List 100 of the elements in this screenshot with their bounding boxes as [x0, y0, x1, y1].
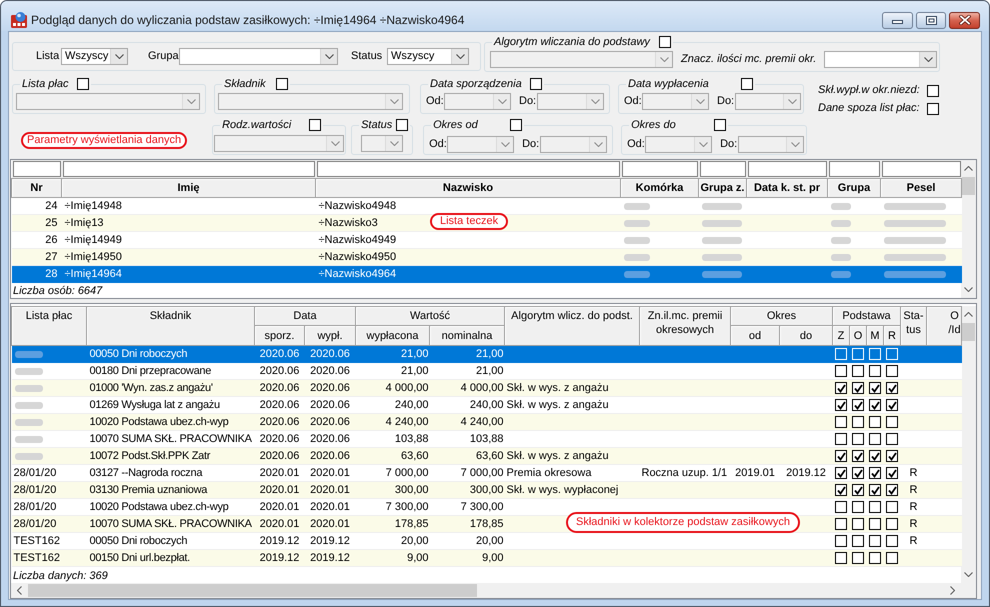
checkbox[interactable] [835, 467, 847, 479]
checkbox[interactable] [835, 552, 847, 564]
checkbox[interactable] [835, 382, 847, 394]
column-header[interactable]: do [780, 326, 832, 346]
column-header[interactable]: Wartość [356, 306, 504, 326]
table-row[interactable]: TEST162 00050 Dni roboczych 2019.12 2019.12 20,00 20,00 R [12, 532, 962, 550]
checkbox[interactable] [886, 450, 898, 462]
checkbox[interactable] [869, 552, 881, 564]
checkbox[interactable] [835, 484, 847, 496]
checkbox[interactable] [835, 535, 847, 547]
checkbox[interactable] [852, 450, 864, 462]
table-row[interactable]: 10020 Podstawa ubez.ch-wyp 2020.06 2020.06 4 240,00 4 240,00 [12, 414, 962, 430]
column-header[interactable]: Grupa [828, 178, 880, 198]
scrollbar-thumb[interactable] [962, 323, 975, 341]
column-header[interactable]: Grupa z. [698, 178, 746, 198]
checkbox[interactable] [869, 382, 881, 394]
checkbox[interactable] [852, 399, 864, 411]
checkbox[interactable] [886, 416, 898, 428]
checkbox[interactable] [886, 433, 898, 445]
combo-box[interactable]: Wszyscy [387, 48, 469, 65]
table-row[interactable]: 00180 Dni przepracowane 2020.06 2020.06 21,00 21,00 [12, 362, 962, 380]
table-row[interactable]: 28/01/20 03130 Premia uznaniowa 2020.01 2020.01 300,00 300,00 Skł. w wys. wypłaconej R [12, 482, 962, 498]
column-header[interactable]: Data k. st. pr [746, 178, 828, 198]
checkbox[interactable] [852, 484, 864, 496]
table-row[interactable]: 10072 Podst.Skł.PPK Zatr 2020.06 2020.06 63,60 63,60 Skł. w wys. z angażu [12, 448, 962, 464]
checkbox[interactable] [659, 36, 671, 48]
checkbox[interactable] [886, 552, 898, 564]
checkbox[interactable] [927, 102, 939, 114]
table-row[interactable]: 28/01/20 10020 Podstawa ubez.ch-wyp 2020.01 2020.01 7 300,00 7 300,00 R [12, 498, 962, 516]
checkbox[interactable] [835, 433, 847, 445]
checkbox[interactable] [869, 518, 881, 530]
chevron-down-icon[interactable] [964, 287, 973, 292]
checkbox[interactable] [886, 484, 898, 496]
checkbox[interactable] [852, 518, 864, 530]
column-header[interactable]: Imię [62, 178, 316, 198]
checkbox[interactable] [852, 552, 864, 564]
dropdown-button[interactable] [110, 49, 127, 64]
table-row[interactable]: 28/01/20 03127 --Nagroda roczna 2020.01 2020.01 7 000,00 7 000,00 Premia okresowa Roczna uzup. 1/1 2019.01 2019.12 R [12, 464, 962, 482]
checkbox[interactable] [869, 484, 881, 496]
chevron-down-icon[interactable] [964, 572, 973, 577]
checkbox[interactable] [741, 78, 753, 90]
column-header[interactable]: sporz. [254, 326, 304, 346]
checkbox[interactable] [309, 119, 322, 131]
chevron-up-icon[interactable] [964, 312, 973, 317]
table-row[interactable]: 10070 SUMA SKŁ. PRACOWNIKA 2020.06 2020.06 103,88 103,88 [12, 430, 962, 448]
checkbox[interactable] [852, 467, 864, 479]
checkbox[interactable] [852, 382, 864, 394]
table-row[interactable]: TEST162 00150 Dni url.bezpłat. 2019.12 2019.12 9,00 9,00 [12, 550, 962, 566]
checkbox[interactable] [886, 501, 898, 513]
column-header[interactable]: Algorytm wlicz. do podst. [504, 306, 640, 346]
column-header[interactable]: Nazwisko [316, 178, 620, 198]
maximize-button[interactable] [916, 12, 946, 28]
checkbox[interactable] [852, 416, 864, 428]
dropdown-button[interactable] [320, 49, 337, 64]
chevron-right-icon[interactable] [950, 586, 955, 595]
filter-field[interactable] [748, 161, 826, 177]
table-row[interactable]: 01000 'Wyn. zas.z angażu' 2020.06 2020.06 4 000,00 4 000,00 Skł. w wys. z angażu [12, 380, 962, 396]
column-header[interactable]: Nr [12, 178, 62, 198]
column-header[interactable]: Podstawa [832, 306, 900, 326]
table-row[interactable]: 26 ÷Imię14949 ÷Nazwisko4949 [12, 232, 962, 248]
filter-field[interactable] [828, 161, 880, 177]
dropdown-button[interactable] [919, 52, 936, 67]
table-row[interactable]: 27 ÷Imię14950 ÷Nazwisko4950 [12, 248, 962, 266]
checkbox[interactable] [835, 501, 847, 513]
close-button[interactable] [949, 12, 980, 28]
column-header[interactable]: Lista płac [12, 306, 86, 346]
filter-field[interactable] [622, 161, 698, 177]
checkbox[interactable] [869, 399, 881, 411]
checkbox[interactable] [714, 119, 726, 131]
checkbox[interactable] [869, 450, 881, 462]
checkbox[interactable] [852, 535, 864, 547]
checkbox[interactable] [869, 535, 881, 547]
scrollbar-thumb[interactable] [962, 177, 975, 195]
filter-field[interactable] [316, 161, 620, 177]
checkbox[interactable] [835, 399, 847, 411]
column-header[interactable]: Komórka [620, 178, 698, 198]
chevron-left-icon[interactable] [17, 586, 22, 595]
filter-field[interactable] [62, 161, 314, 177]
checkbox[interactable] [886, 467, 898, 479]
minimize-button[interactable] [882, 12, 913, 28]
scrollbar-thumb[interactable] [28, 584, 477, 597]
checkbox[interactable] [886, 365, 898, 377]
column-header[interactable]: Zn.il.mc. premii okresowych [640, 306, 730, 346]
checkbox[interactable] [886, 399, 898, 411]
checkbox[interactable] [869, 501, 881, 513]
checkbox[interactable] [886, 382, 898, 394]
column-header[interactable]: Pesel [880, 178, 962, 198]
column-header[interactable]: nominalna [430, 326, 504, 346]
column-header[interactable]: Sta-tus [900, 306, 926, 346]
column-header[interactable]: O /Id [926, 306, 962, 346]
column-header[interactable]: Data [254, 306, 356, 326]
checkbox[interactable] [869, 467, 881, 479]
checkbox[interactable] [276, 78, 288, 90]
checkbox[interactable] [886, 518, 898, 530]
combo-box[interactable]: Wszyscy [61, 48, 128, 65]
column-header[interactable]: Okres [730, 306, 832, 326]
table-row[interactable]: 01269 Wysługa lat z angażu 2020.06 2020.06 240,00 240,00 Skł. w wys. z angażu [12, 396, 962, 414]
checkbox[interactable] [927, 84, 939, 96]
checkbox[interactable] [396, 119, 408, 131]
filter-field[interactable] [12, 161, 60, 177]
